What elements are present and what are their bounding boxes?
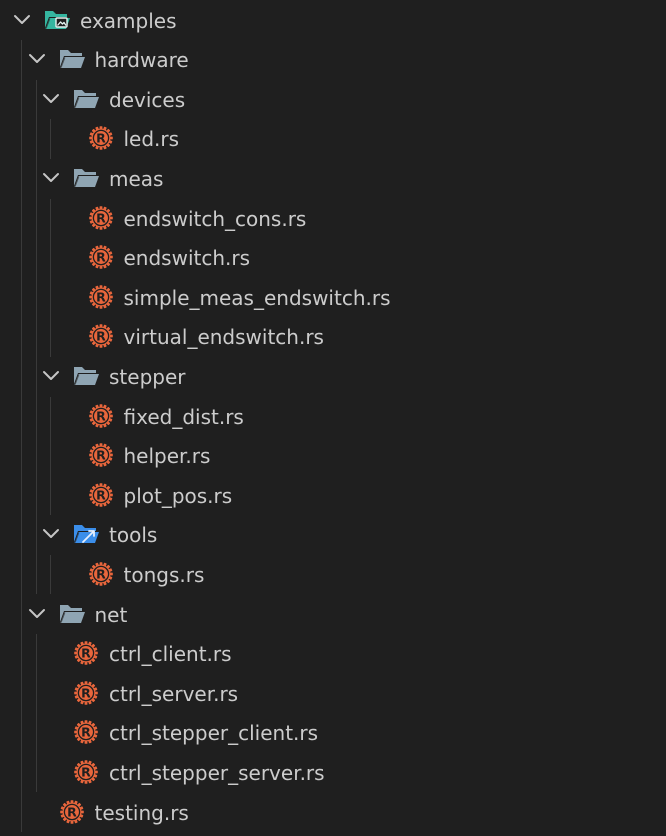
rust-file-icon: R <box>58 799 86 825</box>
rust-file-icon: R <box>87 323 115 349</box>
svg-text:R: R <box>81 764 91 779</box>
tree-item-label: helper.rs <box>123 444 211 469</box>
tree-item-label: stepper <box>109 364 186 389</box>
rust-file-icon: R <box>87 284 115 310</box>
tree-item-label: fixed_dist.rs <box>123 404 244 429</box>
rust-file-icon: R <box>87 125 115 151</box>
rust-file-icon: R <box>72 680 100 706</box>
chevron-down-icon[interactable] <box>26 48 48 70</box>
rust-file-icon: R <box>72 719 100 745</box>
tree-item-label: tools <box>109 523 158 548</box>
chevron-down-icon[interactable] <box>40 88 62 110</box>
tree-item-label: net <box>94 602 128 627</box>
svg-text:R: R <box>96 487 106 502</box>
folder-open-icon <box>72 363 100 389</box>
tree-item-folder[interactable]: meas <box>0 159 666 199</box>
rust-file-icon: R <box>87 244 115 270</box>
chevron-down-icon[interactable] <box>40 167 62 189</box>
tree-item-file[interactable]: Rvirtual_endswitch.rs <box>0 317 666 357</box>
chevron-down-icon[interactable] <box>40 523 62 545</box>
tree-item-label: led.rs <box>123 127 180 152</box>
svg-text:R: R <box>96 447 106 462</box>
tree-item-file[interactable]: Rctrl_client.rs <box>0 634 666 674</box>
rust-file-icon: R <box>87 442 115 468</box>
folder-open-icon <box>58 46 86 72</box>
svg-text:R: R <box>96 210 106 225</box>
svg-text:R: R <box>96 289 106 304</box>
tree-item-file[interactable]: Rsimple_meas_endswitch.rs <box>0 278 666 318</box>
tree-item-file[interactable]: Rtesting.rs <box>0 793 666 833</box>
tree-item-label: tongs.rs <box>123 562 205 587</box>
tree-item-file[interactable]: Rfixed_dist.rs <box>0 397 666 437</box>
folder-open-icon <box>72 86 100 112</box>
svg-text:R: R <box>96 408 106 423</box>
svg-text:R: R <box>81 725 91 740</box>
tree-item-file[interactable]: Rctrl_server.rs <box>0 674 666 714</box>
tree-item-file[interactable]: Rplot_pos.rs <box>0 476 666 516</box>
tree-item-label: testing.rs <box>94 800 189 825</box>
tree-item-folder[interactable]: tools <box>0 515 666 555</box>
tree-item-label: endswitch.rs <box>123 246 251 271</box>
tree-item-label: examples <box>80 8 177 33</box>
rust-file-icon: R <box>72 640 100 666</box>
svg-text:R: R <box>96 329 106 344</box>
tree-item-label: plot_pos.rs <box>123 483 233 508</box>
tree-item-file[interactable]: Rendswitch.rs <box>0 238 666 278</box>
rust-file-icon: R <box>87 205 115 231</box>
chevron-down-icon[interactable] <box>40 365 62 387</box>
tree-item-label: virtual_endswitch.rs <box>123 325 324 350</box>
tree-item-folder[interactable]: stepper <box>0 357 666 397</box>
svg-text:R: R <box>96 249 106 264</box>
tree-item-file[interactable]: Rhelper.rs <box>0 436 666 476</box>
tree-item-label: ctrl_server.rs <box>109 681 239 706</box>
examples-folder-icon <box>43 7 71 33</box>
tools-folder-icon <box>72 521 100 547</box>
svg-text:R: R <box>67 804 77 819</box>
tree-item-file[interactable]: Rctrl_stepper_server.rs <box>0 753 666 793</box>
tree-item-label: endswitch_cons.rs <box>123 206 307 231</box>
tree-item-file[interactable]: Rled.rs <box>0 119 666 159</box>
chevron-down-icon[interactable] <box>11 9 33 31</box>
svg-text:R: R <box>81 685 91 700</box>
tree-item-label: ctrl_stepper_server.rs <box>109 760 325 785</box>
tree-item-label: devices <box>109 87 186 112</box>
rust-file-icon: R <box>87 561 115 587</box>
tree-item-label: simple_meas_endswitch.rs <box>123 285 391 310</box>
svg-text:R: R <box>96 131 106 146</box>
rust-file-icon: R <box>87 482 115 508</box>
tree-item-label: ctrl_stepper_client.rs <box>109 721 319 746</box>
tree-item-file[interactable]: Rendswitch_cons.rs <box>0 199 666 239</box>
rust-file-icon: R <box>72 759 100 785</box>
tree-item-label: meas <box>109 166 164 191</box>
tree-item-folder[interactable]: examples <box>0 1 666 41</box>
svg-text:R: R <box>81 645 91 660</box>
tree-item-label: ctrl_client.rs <box>109 642 232 667</box>
tree-item-file[interactable]: Rctrl_stepper_client.rs <box>0 713 666 753</box>
folder-open-icon <box>72 165 100 191</box>
rust-file-icon: R <box>87 403 115 429</box>
chevron-down-icon[interactable] <box>26 603 48 625</box>
tree-item-file[interactable]: Rtongs.rs <box>0 555 666 595</box>
tree-item-label: hardware <box>94 48 189 73</box>
tree-item-folder[interactable]: net <box>0 595 666 635</box>
tree-item-folder[interactable]: hardware <box>0 40 666 80</box>
folder-open-icon <box>58 601 86 627</box>
tree-item-folder[interactable]: devices <box>0 80 666 120</box>
file-explorer-tree: examples hardware devices Rled.rs meas R… <box>0 0 666 836</box>
svg-text:R: R <box>96 566 106 581</box>
